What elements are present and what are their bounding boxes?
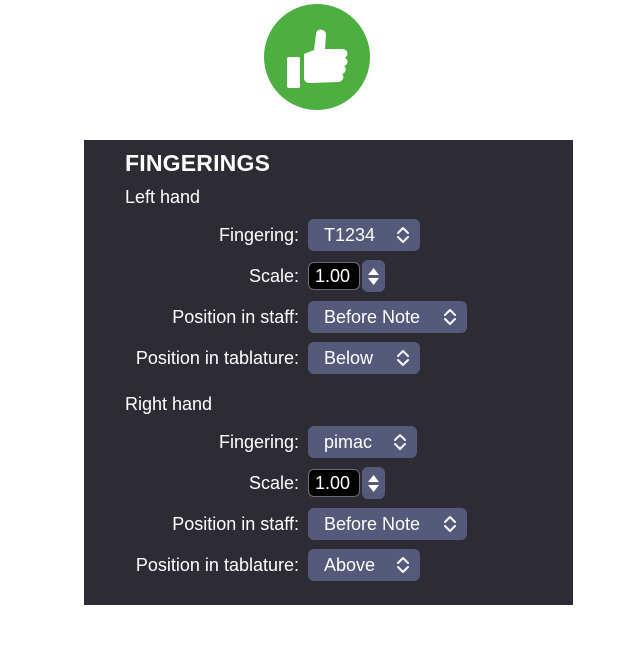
left-scale-stepper: 1.00	[308, 260, 386, 292]
right-scale-field[interactable]: 1.00	[308, 469, 360, 497]
thumbs-up-badge	[264, 4, 370, 110]
right-staff-row: Position in staff: Before Note	[84, 508, 573, 540]
left-scale-label: Scale:	[248, 266, 299, 286]
chevron-updown-icon	[397, 227, 409, 243]
right-staff-label: Position in staff:	[172, 514, 299, 534]
right-fingering-value: pimac	[324, 432, 373, 452]
right-fingering-select[interactable]: pimac	[308, 426, 417, 458]
right-fingering-label: Fingering:	[218, 432, 299, 452]
left-tab-select[interactable]: Below	[308, 342, 420, 374]
right-scale-stepper: 1.00	[308, 467, 386, 499]
left-fingering-value: T1234	[324, 225, 376, 245]
right-staff-select[interactable]: Before Note	[308, 508, 467, 540]
right-tab-value: Above	[324, 555, 376, 575]
left-fingering-label: Fingering:	[218, 225, 299, 245]
left-staff-select[interactable]: Before Note	[308, 301, 467, 333]
left-scale-row: Scale: 1.00	[84, 260, 573, 292]
left-fingering-row: Fingering: T1234	[84, 219, 573, 251]
right-fingering-row: Fingering: pimac	[84, 426, 573, 458]
chevron-updown-icon	[444, 309, 456, 325]
right-staff-value: Before Note	[324, 514, 421, 534]
right-hand-heading: Right hand	[125, 394, 213, 414]
fingerings-panel: FINGERINGS Left hand Fingering: T1234 Sc…	[84, 140, 573, 605]
left-scale-arrows[interactable]	[362, 260, 385, 292]
thumbs-up-icon	[287, 29, 348, 88]
chevron-updown-icon	[394, 434, 406, 450]
panel-title: FINGERINGS	[125, 150, 271, 176]
left-tab-value: Below	[324, 348, 374, 368]
increment-arrow-icon[interactable]	[368, 268, 379, 275]
chevron-updown-icon	[397, 350, 409, 366]
left-tab-row: Position in tablature: Below	[84, 342, 573, 374]
right-scale-label: Scale:	[248, 473, 299, 493]
left-staff-row: Position in staff: Before Note	[84, 301, 573, 333]
left-tab-label: Position in tablature:	[135, 348, 299, 368]
left-hand-heading: Left hand	[125, 187, 201, 207]
right-tab-select[interactable]: Above	[308, 549, 420, 581]
right-scale-arrows[interactable]	[362, 467, 385, 499]
left-staff-value: Before Note	[324, 307, 421, 327]
decrement-arrow-icon[interactable]	[368, 485, 379, 492]
right-tab-label: Position in tablature:	[135, 555, 299, 575]
left-fingering-select[interactable]: T1234	[308, 219, 420, 251]
increment-arrow-icon[interactable]	[368, 475, 379, 482]
left-staff-label: Position in staff:	[172, 307, 299, 327]
decrement-arrow-icon[interactable]	[368, 278, 379, 285]
chevron-updown-icon	[444, 516, 456, 532]
right-scale-row: Scale: 1.00	[84, 467, 573, 499]
chevron-updown-icon	[397, 557, 409, 573]
right-tab-row: Position in tablature: Above	[84, 549, 573, 581]
left-scale-field[interactable]: 1.00	[308, 262, 360, 290]
